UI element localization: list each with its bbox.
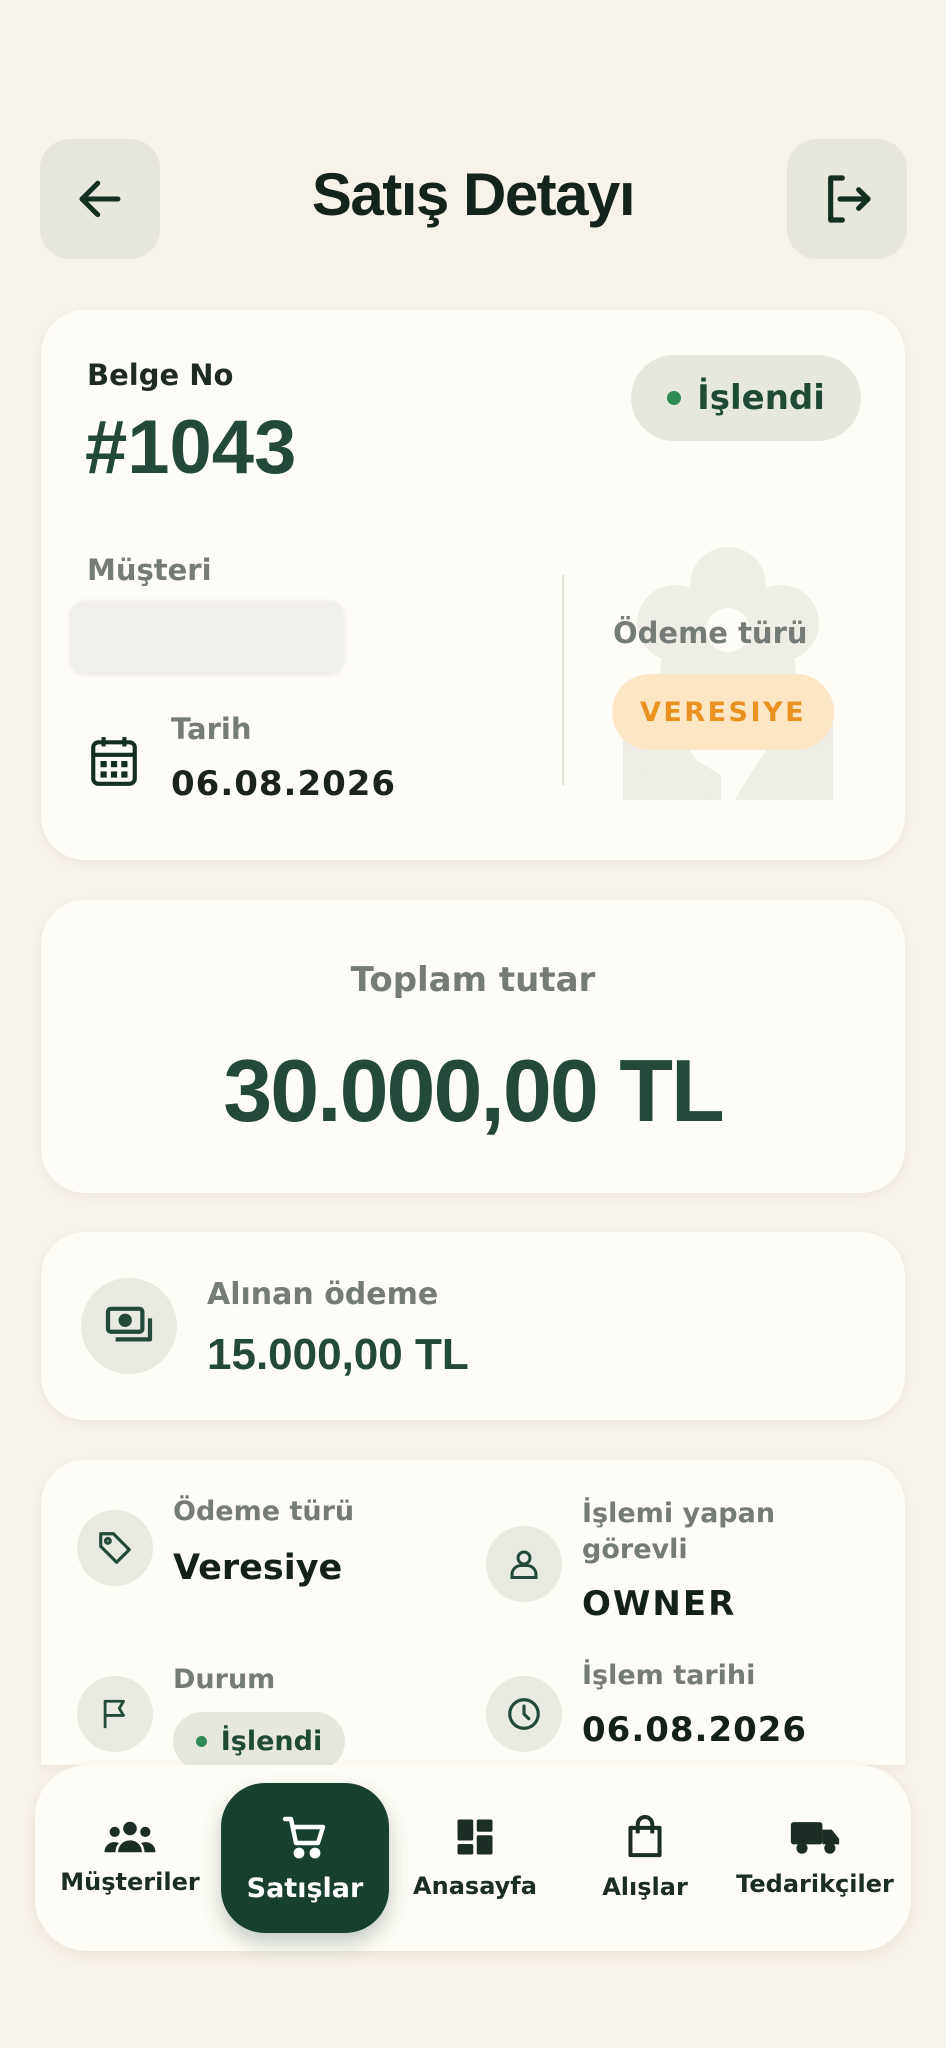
customer-name-blurred (69, 600, 345, 676)
received-payment-label: Alınan ödeme (207, 1277, 439, 1312)
payment-type-label: Ödeme türü (613, 616, 808, 650)
status-badge-text: İşlendi (697, 378, 825, 418)
divider (562, 575, 564, 785)
date-value: 06.08.2026 (171, 764, 397, 804)
nav-sales-label: Satışlar (246, 1872, 364, 1904)
nav-home[interactable]: Anasayfa (405, 1765, 545, 1951)
calendar-icon (91, 737, 137, 786)
status-dot-icon (667, 391, 682, 405)
user-icon-wrap (486, 1526, 562, 1602)
date-label: Tarih (171, 712, 252, 746)
clock-icon-wrap (486, 1676, 562, 1752)
flower-watermark-icon (623, 547, 833, 800)
nav-purchases-label: Alışlar (602, 1873, 688, 1901)
customers-icon (104, 1821, 156, 1853)
total-amount-card: Toplam tutar 30.000,00 TL (41, 900, 905, 1193)
txn-date-value: 06.08.2026 (582, 1710, 808, 1750)
cart-icon (282, 1816, 326, 1858)
dashboard-icon (457, 1819, 493, 1855)
doc-number-label: Belge No (87, 358, 234, 392)
nav-suppliers-label: Tedarikçiler (736, 1870, 894, 1898)
nav-purchases[interactable]: Alışlar (575, 1765, 715, 1951)
flag-icon-wrap (77, 1676, 153, 1752)
staff-label-line2: görevli (582, 1534, 688, 1565)
truck-icon (790, 1822, 840, 1854)
logout-button[interactable] (787, 139, 907, 259)
staff-value: OWNER (582, 1584, 737, 1624)
detail-status-label: Durum (173, 1664, 276, 1695)
doc-number: #1043 (85, 405, 297, 490)
total-amount-label: Toplam tutar (350, 960, 596, 1000)
staff-label: İşlemi yapan görevli (582, 1496, 775, 1568)
flag-icon (103, 1699, 125, 1729)
cash-icon (105, 1306, 153, 1342)
nav-sales[interactable]: Satışlar (221, 1783, 389, 1933)
received-payment-value: 15.000,00 TL (207, 1330, 469, 1379)
nav-customers[interactable]: Müşteriler (60, 1765, 200, 1951)
customer-label: Müşteri (87, 553, 212, 587)
nav-suppliers[interactable]: Tedarikçiler (730, 1765, 900, 1951)
staff-label-line1: İşlemi yapan (582, 1498, 776, 1529)
tag-icon (99, 1532, 131, 1564)
sale-summary-card: Belge No #1043 İşlendi Müşteri Tarih 06.… (41, 310, 905, 860)
nav-home-label: Anasayfa (413, 1872, 537, 1900)
detail-status-dot-icon (195, 1735, 207, 1747)
nav-customers-label: Müşteriler (60, 1868, 200, 1896)
detail-payment-type-label: Ödeme türü (173, 1496, 355, 1527)
bottom-nav: Müşteriler Anasayfa Alışlar Tedarikçiler (35, 1765, 911, 1951)
detail-payment-type-value: Veresiye (173, 1548, 343, 1588)
logout-icon (828, 175, 871, 223)
detail-status-text: İşlendi (220, 1725, 323, 1757)
tag-icon-wrap (77, 1510, 153, 1586)
status-badge: İşlendi (631, 355, 861, 441)
total-amount-value: 30.000,00 TL (223, 1041, 724, 1140)
shopping-bag-icon (628, 1815, 662, 1858)
cash-icon-wrap (81, 1278, 177, 1374)
sale-details-card: Ödeme türü Veresiye İşlemi yapan görevli… (41, 1460, 905, 1765)
detail-status-badge: İşlendi (173, 1712, 345, 1765)
txn-date-label: İşlem tarihi (582, 1660, 756, 1691)
user-icon (510, 1550, 538, 1579)
received-payment-card: Alınan ödeme 15.000,00 TL (41, 1232, 905, 1420)
clock-icon (508, 1698, 540, 1730)
payment-type-badge: VERESIYE (612, 674, 834, 750)
